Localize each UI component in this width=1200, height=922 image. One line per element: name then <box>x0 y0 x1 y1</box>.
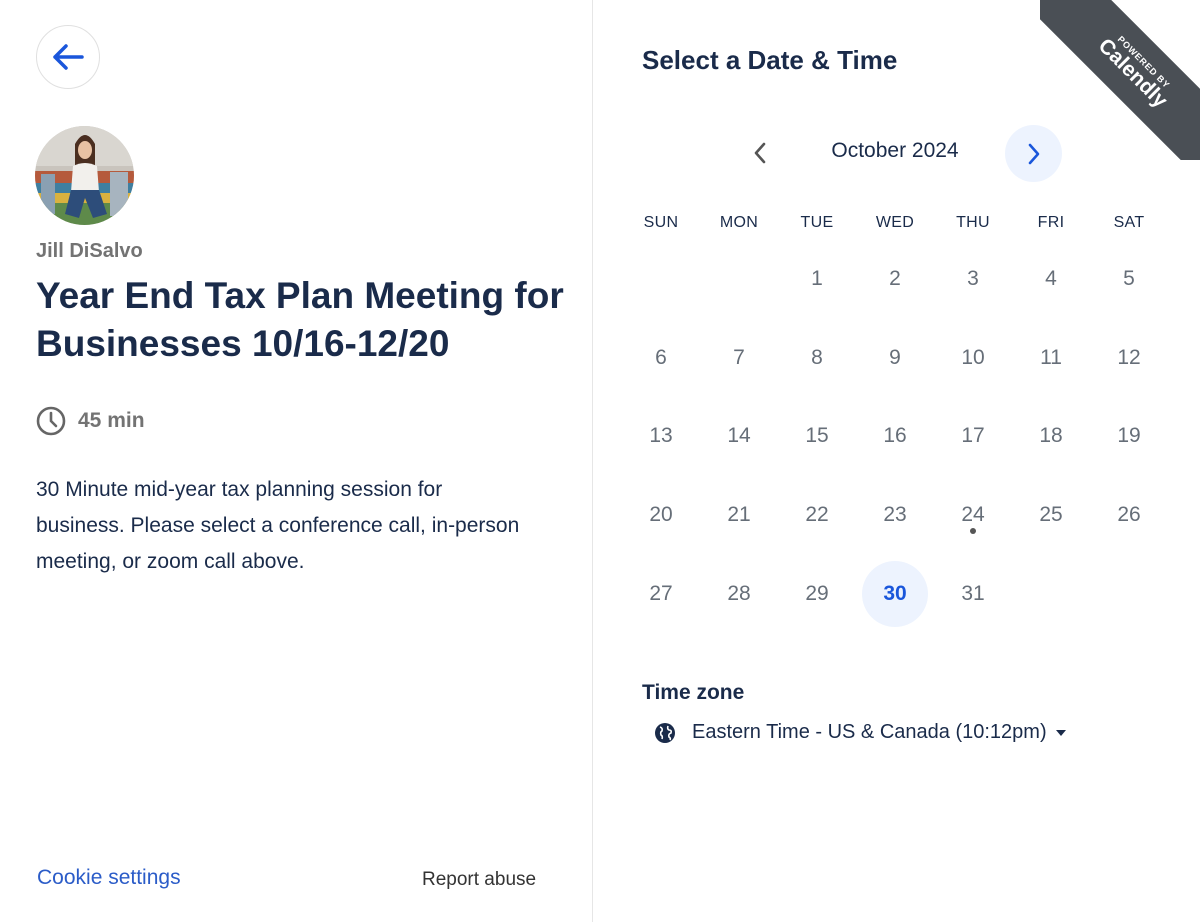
day-button[interactable]: 16 <box>862 403 928 469</box>
day-button[interactable]: 20 <box>628 482 694 548</box>
powered-by-calendly-badge[interactable]: POWERED BY Calendly <box>1040 0 1200 160</box>
chevron-left-icon <box>754 142 766 164</box>
day-button[interactable]: 5 <box>1096 246 1162 312</box>
timezone-value: Eastern Time - US & Canada (10:12pm) <box>692 721 1047 743</box>
back-button[interactable] <box>36 25 100 89</box>
day-button[interactable]: 12 <box>1096 325 1162 391</box>
weekday-label: SUN <box>643 214 679 231</box>
day-cell: 4 <box>1012 240 1090 319</box>
host-name: Jill DiSalvo <box>36 240 143 262</box>
day-button[interactable]: 21 <box>706 482 772 548</box>
day-cell: 2 <box>856 240 934 319</box>
day-button[interactable]: 11 <box>1018 325 1084 391</box>
event-details-panel: Jill DiSalvo Year End Tax Plan Meeting f… <box>0 0 593 922</box>
day-cell: 18 <box>1012 397 1090 476</box>
weekday-label: SAT <box>1113 214 1145 231</box>
day-cell: 13 <box>622 397 700 476</box>
day-cell: 14 <box>700 397 778 476</box>
timezone-label: Time zone <box>642 681 745 704</box>
day-button[interactable]: 15 <box>784 403 850 469</box>
day-button[interactable]: 13 <box>628 403 694 469</box>
day-button[interactable]: 14 <box>706 403 772 469</box>
day-button[interactable]: 10 <box>940 325 1006 391</box>
weekday-label: MON <box>719 214 759 231</box>
weekday-label: FRI <box>1037 214 1065 231</box>
weekday-header: SUN MON TUE WED THU FRI SAT <box>622 214 1168 232</box>
day-cell: 15 <box>778 397 856 476</box>
event-title: Year End Tax Plan Meeting for Businesses… <box>36 275 564 364</box>
day-cell: 11 <box>1012 319 1090 398</box>
day-button[interactable]: 8 <box>784 325 850 391</box>
day-cell: 29 <box>778 554 856 633</box>
day-button[interactable]: 18 <box>1018 403 1084 469</box>
day-cell: 22 <box>778 476 856 555</box>
report-abuse-link[interactable]: Report abuse <box>422 869 536 891</box>
day-cell: 26 <box>1090 476 1168 555</box>
day-button[interactable]: 22 <box>784 482 850 548</box>
day-cell: 25 <box>1012 476 1090 555</box>
day-cell: 10 <box>934 319 1012 398</box>
day-cell: 3 <box>934 240 1012 319</box>
day-cell: 21 <box>700 476 778 555</box>
day-button[interactable]: 28 <box>706 561 772 627</box>
arrow-left-icon <box>53 44 84 70</box>
day-button[interactable]: 24 <box>940 482 1006 548</box>
ribbon: POWERED BY Calendly <box>1040 0 1200 160</box>
day-button[interactable]: 3 <box>940 246 1006 312</box>
day-cell: 28 <box>700 554 778 633</box>
duration-label: 45 min <box>78 409 145 432</box>
day-cell: 16 <box>856 397 934 476</box>
calendar-grid: 1 2 3 4 5 6 7 8 9 10 11 12 13 14 15 16 17 18 19 20 21 22 23 24 2… <box>622 240 1168 633</box>
day-button[interactable]: 25 <box>1018 482 1084 548</box>
day-button[interactable]: 29 <box>784 561 850 627</box>
day-cell: 23 <box>856 476 934 555</box>
page-title: Select a Date & Time <box>642 45 898 75</box>
day-cell: 8 <box>778 319 856 398</box>
day-button[interactable]: 7 <box>706 325 772 391</box>
scheduler-panel: Select a Date & Time October 2024 SUN MO… <box>594 0 1200 922</box>
prev-month-button[interactable] <box>740 133 780 173</box>
day-cell: 9 <box>856 319 934 398</box>
day-button[interactable]: 17 <box>940 403 1006 469</box>
empty-day-cell <box>622 240 700 319</box>
day-cell: 17 <box>934 397 1012 476</box>
day-button[interactable]: 9 <box>862 325 928 391</box>
empty-day-cell <box>700 240 778 319</box>
day-cell: 19 <box>1090 397 1168 476</box>
day-button[interactable]: 19 <box>1096 403 1162 469</box>
avatar <box>35 126 134 225</box>
caret-down-icon <box>1055 729 1067 737</box>
weekday-label: WED <box>875 214 915 231</box>
day-cell: 30 <box>856 554 934 633</box>
day-button[interactable]: 2 <box>862 246 928 312</box>
selected-day-button[interactable]: 30 <box>862 560 928 627</box>
weekday-label: TUE <box>800 214 834 231</box>
event-duration: 45 min <box>36 406 145 436</box>
event-description: 30 Minute mid-year tax planning session … <box>36 478 520 573</box>
globe-icon <box>655 722 675 743</box>
day-cell: 27 <box>622 554 700 633</box>
day-button[interactable]: 31 <box>940 561 1006 627</box>
clock-icon <box>36 406 66 436</box>
day-cell: 5 <box>1090 240 1168 319</box>
day-cell: 12 <box>1090 319 1168 398</box>
day-button[interactable]: 1 <box>784 246 850 312</box>
month-label: October 2024 <box>831 139 959 162</box>
day-button[interactable]: 6 <box>628 325 694 391</box>
day-button[interactable]: 23 <box>862 482 928 548</box>
day-cell: 7 <box>700 319 778 398</box>
day-cell: 6 <box>622 319 700 398</box>
day-cell: 24 <box>934 476 1012 555</box>
day-cell: 1 <box>778 240 856 319</box>
day-cell: 20 <box>622 476 700 555</box>
day-cell: 31 <box>934 554 1012 633</box>
day-button[interactable]: 26 <box>1096 482 1162 548</box>
chevron-right-icon <box>1028 143 1039 164</box>
cookie-settings-link[interactable]: Cookie settings <box>37 866 181 890</box>
day-button[interactable]: 27 <box>628 561 694 627</box>
day-button[interactable]: 4 <box>1018 246 1084 312</box>
weekday-label: THU <box>956 214 990 231</box>
timezone-select[interactable]: Eastern Time - US & Canada (10:12pm) <box>654 721 1067 744</box>
